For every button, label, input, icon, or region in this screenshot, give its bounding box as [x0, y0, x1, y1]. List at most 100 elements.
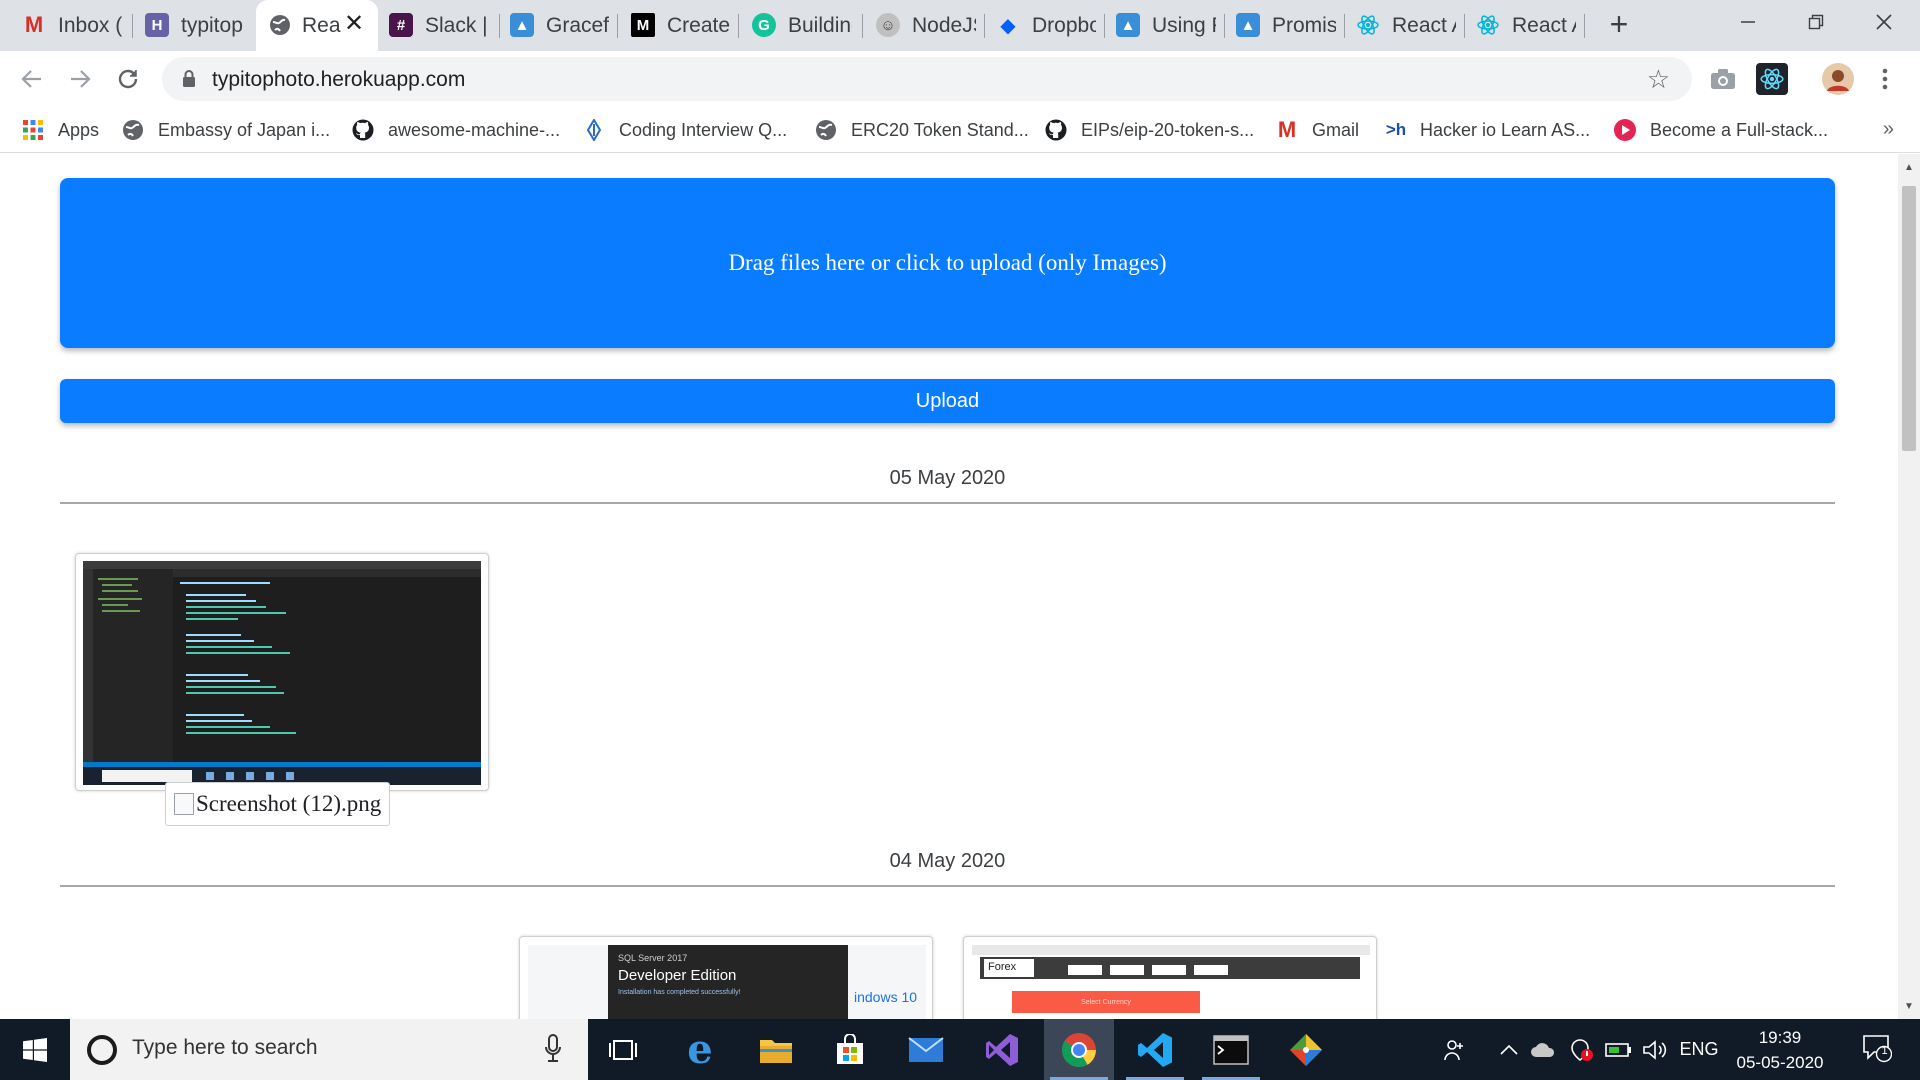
tab-separator — [862, 14, 863, 38]
people-button[interactable] — [1440, 1019, 1470, 1080]
taskbar-clock[interactable]: 19:39 05-05-2020 — [1720, 1025, 1840, 1075]
microphone-icon[interactable] — [544, 1033, 562, 1063]
page-scrollbar[interactable]: ▲ ▼ — [1898, 154, 1920, 1019]
gmail-icon: M — [24, 12, 44, 37]
restore-button[interactable] — [1784, 0, 1848, 44]
taskbar-visual-studio[interactable] — [967, 1019, 1037, 1080]
mail-icon — [908, 1036, 944, 1062]
reload-icon — [118, 69, 138, 89]
nav-tab — [1110, 965, 1144, 975]
tab-graceful[interactable]: ▲ Gracefu — [510, 0, 610, 51]
volume-button[interactable] — [1640, 1019, 1670, 1080]
dropbox-icon: ◆ — [1000, 14, 1016, 37]
nav-tab — [1152, 965, 1186, 975]
people-icon — [1444, 1039, 1463, 1060]
sql-message: Installation has completed successfully! — [618, 989, 741, 996]
store-icon — [837, 1033, 863, 1064]
taskbar-git-app[interactable] — [1271, 1019, 1341, 1080]
upload-button[interactable]: Upload — [60, 379, 1835, 423]
bookmark-embassy[interactable]: Embassy of Japan i... — [122, 116, 330, 144]
bookmark-apps[interactable]: Apps — [22, 116, 99, 144]
tab-promise[interactable]: ▲ Promis — [1236, 0, 1336, 51]
onedrive-button[interactable] — [1528, 1019, 1558, 1080]
bookmarks-overflow-button[interactable]: » — [1883, 118, 1894, 141]
close-window-button[interactable] — [1852, 0, 1916, 44]
scroll-up-icon[interactable]: ▲ — [1898, 158, 1920, 176]
photo-thumbnail[interactable] — [75, 553, 489, 791]
bookmarks-bar: Apps Embassy of Japan i... awesome-machi… — [0, 108, 1920, 153]
back-arrow-icon — [21, 70, 41, 88]
grammarly-icon: G — [752, 13, 776, 37]
tab-nodejs[interactable]: ☺ NodeJS — [876, 0, 976, 51]
tab-react-a-1[interactable]: React A — [1356, 0, 1456, 51]
tab-separator — [1344, 14, 1345, 38]
tab-react-a-2[interactable]: React A — [1476, 0, 1576, 51]
bird-icon: ▲ — [1236, 13, 1260, 37]
bookmark-star-icon[interactable]: ☆ — [1647, 65, 1670, 93]
photo-thumbnail[interactable]: Forex Select Currency — [963, 936, 1377, 1019]
battery-icon — [1605, 1042, 1631, 1057]
bookmark-erc20[interactable]: ERC20 Token Stand... — [815, 116, 1029, 144]
security-button[interactable] — [1566, 1019, 1596, 1080]
clock-date: 05-05-2020 — [1736, 1053, 1824, 1072]
bookmark-awesome-ml[interactable]: awesome-machine-... — [352, 116, 560, 144]
bookmark-eip20[interactable]: EIPs/eip-20-token-s... — [1045, 116, 1254, 144]
forward-button[interactable] — [62, 61, 98, 97]
taskbar-terminal[interactable] — [1196, 1019, 1266, 1080]
globe-icon — [268, 13, 292, 37]
react-devtools-button[interactable] — [1756, 63, 1788, 95]
forex-navbar: Forex — [980, 957, 1360, 979]
heroku-icon: H — [145, 13, 169, 37]
action-center-button[interactable]: 1 — [1862, 1033, 1893, 1063]
play-icon — [1614, 119, 1636, 141]
tab-dropbox[interactable]: ◆ Dropbo — [996, 0, 1096, 51]
start-button[interactable] — [0, 1019, 70, 1080]
tab-gmail[interactable]: M Inbox ( — [22, 0, 126, 51]
chrome-menu-button[interactable] — [1870, 63, 1900, 95]
back-button[interactable] — [14, 61, 50, 97]
tab-separator — [1464, 14, 1465, 38]
tab-close-button[interactable]: ✕ — [340, 10, 368, 38]
photo-thumbnail[interactable]: SQL Server 2017 Developer Edition Instal… — [519, 936, 933, 1019]
tab-slack[interactable]: # Slack | — [389, 0, 493, 51]
avatar-icon — [1822, 63, 1854, 95]
broken-image-thumbnail[interactable]: Screenshot (12).png — [165, 782, 391, 826]
show-hidden-icons-button[interactable] — [1496, 1019, 1522, 1080]
task-view-button[interactable] — [588, 1019, 658, 1080]
bookmark-gmail[interactable]: M Gmail — [1276, 116, 1359, 144]
security-alert-icon — [1571, 1038, 1593, 1061]
profile-avatar[interactable] — [1822, 63, 1854, 95]
date-divider — [60, 885, 1835, 887]
reload-button[interactable] — [110, 61, 146, 97]
battery-button[interactable] — [1604, 1019, 1634, 1080]
tab-typitophoto[interactable]: H typitop — [145, 0, 250, 51]
taskbar-vscode[interactable] — [1120, 1019, 1190, 1080]
page-content: Drag files here or click to upload (only… — [0, 154, 1898, 1019]
camera-extension-button[interactable] — [1707, 63, 1739, 95]
taskbar-store[interactable] — [815, 1019, 885, 1080]
chevron-up-icon — [1500, 1044, 1518, 1055]
bookmark-fullstack[interactable]: Become a Full-stack... — [1614, 116, 1828, 144]
minimize-button[interactable] — [1716, 0, 1780, 44]
new-tab-button[interactable]: + — [1602, 8, 1636, 42]
language-indicator[interactable]: ENG — [1678, 1019, 1720, 1080]
bookmark-coding-interview[interactable]: Coding Interview Q... — [583, 116, 787, 144]
bookmark-hacker-io[interactable]: >h Hacker io Learn AS... — [1382, 116, 1590, 144]
taskbar-file-explorer[interactable] — [741, 1019, 811, 1080]
taskbar-mail[interactable] — [891, 1019, 961, 1080]
taskbar-chrome[interactable] — [1044, 1019, 1114, 1080]
broken-image-icon — [174, 793, 194, 815]
tab-separator — [617, 14, 618, 38]
taskbar-edge[interactable]: e — [665, 1019, 735, 1080]
tab-building[interactable]: G Building — [752, 0, 852, 51]
taskbar-search-box[interactable]: Type here to search — [70, 1019, 588, 1080]
tab-using[interactable]: ▲ Using P — [1116, 0, 1216, 51]
tab-medium[interactable]: M Create ( — [631, 0, 731, 51]
scroll-down-icon[interactable]: ▼ — [1898, 997, 1920, 1015]
medium-icon: M — [631, 13, 655, 37]
upload-dropzone[interactable]: Drag files here or click to upload (only… — [60, 178, 1835, 348]
tab-separator — [1584, 14, 1585, 38]
address-bar[interactable]: typitophoto.herokuapp.com ☆ — [162, 57, 1692, 101]
sql-installer-screenshot: SQL Server 2017 Developer Edition Instal… — [528, 945, 926, 1019]
scroll-thumb[interactable] — [1902, 186, 1916, 451]
